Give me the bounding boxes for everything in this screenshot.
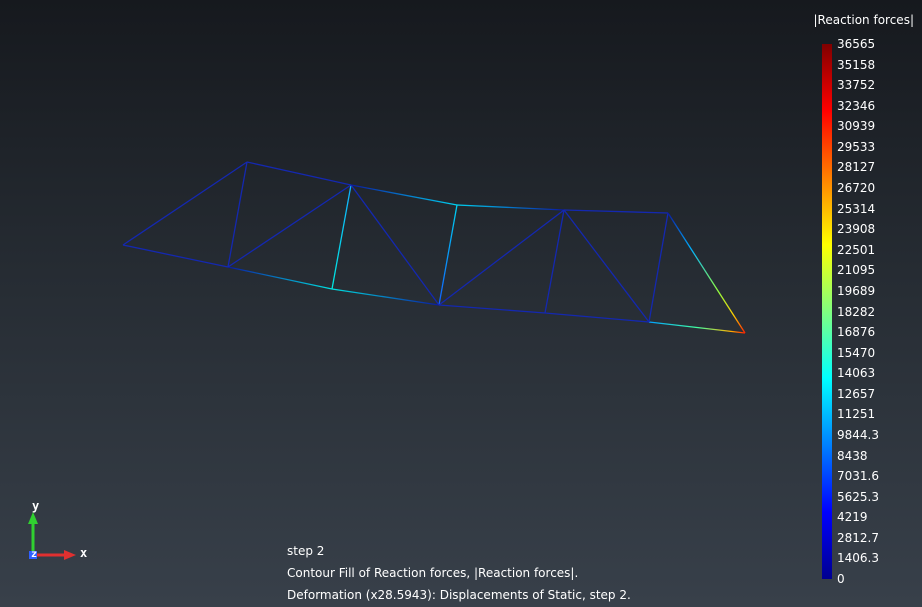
truss-member bbox=[648, 212, 669, 323]
truss-member bbox=[122, 244, 229, 268]
truss-member bbox=[544, 209, 565, 314]
legend-tick-label: 4219 bbox=[837, 510, 868, 525]
truss-model[interactable] bbox=[0, 0, 922, 607]
truss-member bbox=[331, 288, 440, 306]
truss-member bbox=[438, 209, 565, 306]
truss-member bbox=[648, 321, 746, 334]
color-scale-bar bbox=[822, 44, 832, 579]
legend-tick-label: 36565 bbox=[837, 37, 876, 51]
legend-tick-label: 35158 bbox=[837, 57, 876, 72]
legend-tick-label: 9844.3 bbox=[837, 427, 879, 442]
legend-tick-label: 32346 bbox=[837, 98, 876, 113]
axis-triad[interactable]: y x z bbox=[20, 498, 100, 568]
contour-description: Contour Fill of Reaction forces, |Reacti… bbox=[287, 566, 579, 580]
legend-tick-label: 5625.3 bbox=[837, 489, 879, 504]
legend-tick-label: 33752 bbox=[837, 78, 876, 93]
info-text: step 2 Contour Fill of Reaction forces, … bbox=[287, 540, 631, 606]
truss-member bbox=[544, 312, 650, 323]
truss-member bbox=[227, 161, 248, 268]
legend-tick-label: 23908 bbox=[837, 222, 876, 237]
legend-tick-label: 21095 bbox=[837, 263, 876, 278]
truss-member bbox=[350, 184, 458, 206]
z-axis-label: z bbox=[31, 549, 37, 560]
legend-tick-label: 26720 bbox=[837, 181, 876, 196]
legend-tick-label: 16876 bbox=[837, 325, 876, 340]
truss-member bbox=[331, 184, 352, 290]
legend-tick-label: 30939 bbox=[837, 119, 876, 134]
truss-member bbox=[227, 184, 352, 268]
truss-member bbox=[456, 204, 565, 211]
truss-member bbox=[563, 209, 650, 323]
truss-member bbox=[350, 184, 440, 306]
step-label: step 2 bbox=[287, 544, 325, 558]
viewport[interactable]: |Reaction forces| 36565 35158 33752 32346 30… bbox=[0, 0, 922, 607]
deformation-description: Deformation (x28.5943): Displacements of… bbox=[287, 588, 631, 602]
truss-member bbox=[563, 209, 669, 214]
legend-tick-label: 12657 bbox=[837, 386, 876, 401]
legend-tick-label: 7031.6 bbox=[837, 469, 879, 484]
y-axis-label: y bbox=[32, 499, 39, 513]
truss-member bbox=[438, 304, 546, 314]
legend-tick-label: 19689 bbox=[837, 283, 876, 298]
truss-member bbox=[438, 204, 458, 306]
truss-member bbox=[227, 266, 333, 290]
legend-tick-label: 14063 bbox=[837, 366, 876, 381]
legend-title: |Reaction forces| bbox=[813, 13, 915, 27]
x-axis-label: x bbox=[80, 546, 87, 560]
legend-tick-label: 29533 bbox=[837, 139, 876, 154]
legend-tick-label: 11251 bbox=[837, 407, 876, 422]
truss-member bbox=[246, 161, 352, 186]
x-axis-arrow-icon bbox=[64, 550, 76, 560]
legend-tick-label: 25314 bbox=[837, 201, 876, 216]
legend-tick-label: 1406.3 bbox=[837, 551, 879, 566]
legend-tick-label: 28127 bbox=[837, 160, 876, 175]
y-axis-arrow-icon bbox=[28, 512, 38, 524]
legend-tick-labels: 36565 35158 33752 32346 30939 29533 28127 26720… bbox=[837, 38, 917, 585]
truss-member bbox=[667, 212, 746, 334]
legend-tick-label: 8438 bbox=[837, 448, 868, 463]
truss-member bbox=[122, 161, 248, 246]
legend-tick-label: 22501 bbox=[837, 242, 876, 257]
legend-tick-label: 0 bbox=[837, 572, 845, 586]
legend-tick-label: 2812.7 bbox=[837, 530, 879, 545]
legend-tick-label: 18282 bbox=[837, 304, 876, 319]
legend-tick-label: 15470 bbox=[837, 345, 876, 360]
